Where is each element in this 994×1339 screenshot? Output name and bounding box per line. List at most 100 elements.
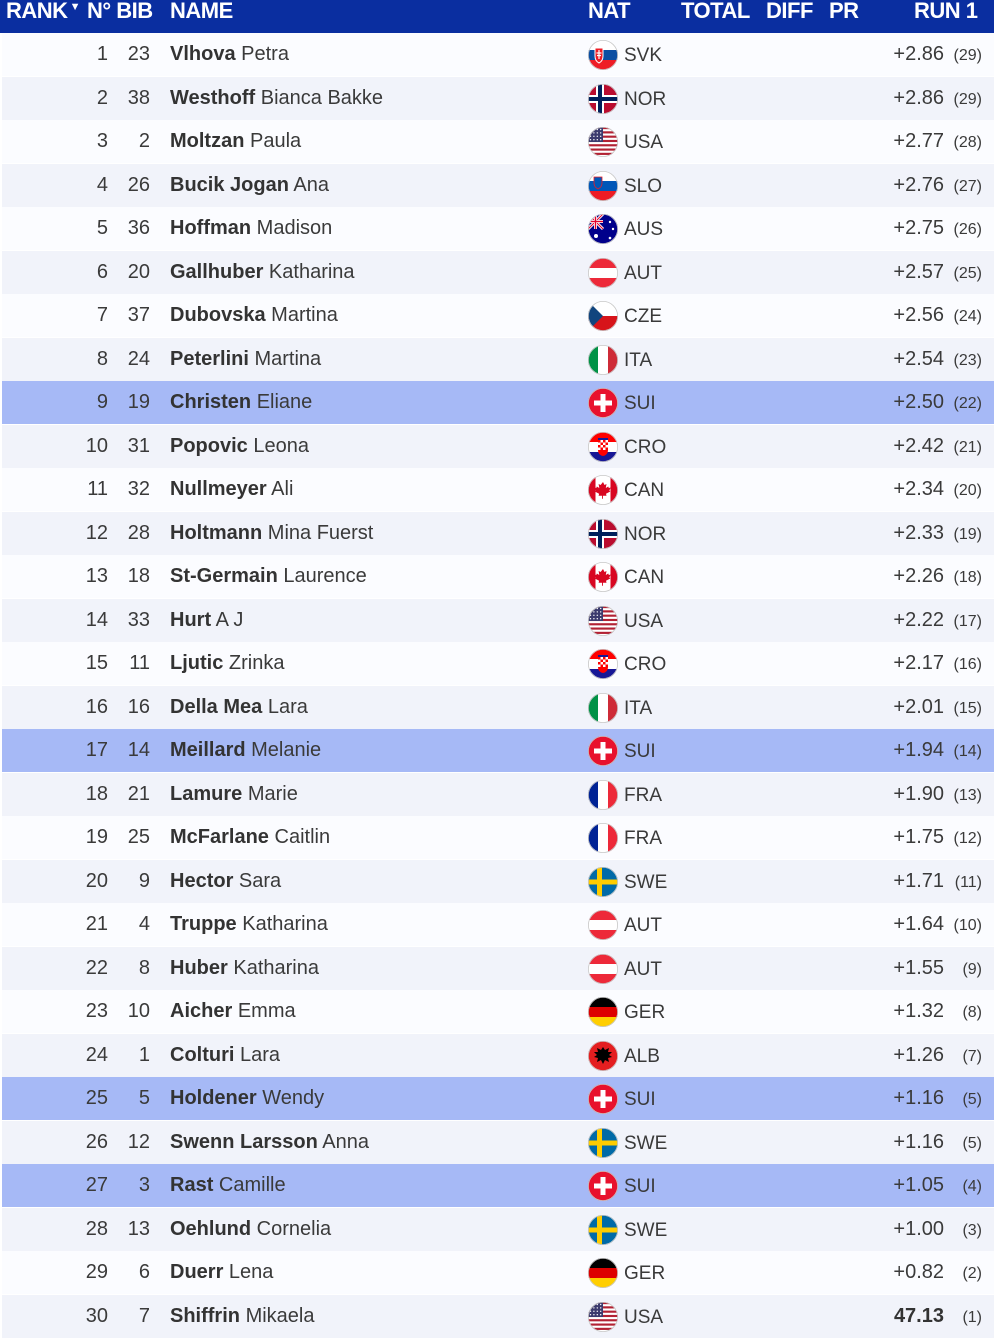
- athlete-name[interactable]: Hurt A J: [170, 608, 243, 632]
- athlete-name[interactable]: Della Mea Lara: [170, 695, 308, 719]
- athlete-name[interactable]: Aicher Emma: [170, 999, 296, 1023]
- athlete-name[interactable]: Dubovska Martina: [170, 303, 338, 327]
- run-1-rank: (9): [962, 961, 982, 978]
- athlete-name[interactable]: Ljutic Zrinka: [170, 651, 284, 675]
- table-row[interactable]: 27 3 Rast Camille SUI +1.05 (4): [2, 1164, 994, 1207]
- table-row[interactable]: 2 38 Westhoff Bianca Bakke NOR +2.86 (29): [2, 77, 994, 120]
- rank-cell: 18: [85, 783, 108, 805]
- athlete-name[interactable]: Bucik Jogan Ana: [170, 173, 329, 197]
- table-row[interactable]: 12 28 Holtmann Mina Fuerst NOR +2.33 (19): [2, 512, 994, 555]
- run-1-rank: (12): [953, 830, 982, 847]
- athlete-name[interactable]: St-Germain Laurence: [170, 564, 367, 588]
- table-row[interactable]: 17 14 Meillard Melanie SUI +1.94 (14): [2, 729, 994, 772]
- run-1-rank: (13): [953, 787, 982, 804]
- athlete-name[interactable]: Shiffrin Mikaela: [170, 1304, 314, 1328]
- athlete-name[interactable]: Oehlund Cornelia: [170, 1217, 331, 1241]
- athlete-name[interactable]: Swenn Larsson Anna: [170, 1130, 369, 1154]
- rank-cell: 16: [85, 696, 108, 718]
- column-header-nat[interactable]: NAT: [588, 0, 631, 24]
- run-1-time: +2.42: [893, 435, 944, 457]
- table-row[interactable]: 11 32 Nullmeyer Ali CAN +2.34 (20): [2, 468, 994, 511]
- bib-cell: 32: [127, 478, 150, 500]
- ger-flag-icon: [588, 1258, 618, 1288]
- column-header-bib[interactable]: N° BIB: [87, 0, 153, 24]
- table-row[interactable]: 21 4 Truppe Katharina AUT +1.64 (10): [2, 903, 994, 946]
- table-row[interactable]: 8 24 Peterlini Martina ITA +2.54 (23): [2, 338, 994, 381]
- table-row[interactable]: 23 10 Aicher Emma GER +1.32 (8): [2, 990, 994, 1033]
- column-header-total[interactable]: TOTAL: [681, 0, 750, 24]
- rank-cell: 5: [96, 217, 108, 239]
- athlete-first-name: Madison: [256, 217, 333, 239]
- rank-cell: 22: [85, 957, 108, 979]
- table-row[interactable]: 18 21 Lamure Marie FRA +1.90 (13): [2, 773, 994, 816]
- table-row[interactable]: 22 8 Huber Katharina AUT +1.55 (9): [2, 947, 994, 990]
- sort-desc-icon[interactable]: ▼: [70, 1, 81, 13]
- athlete-name[interactable]: Popovic Leona: [170, 434, 309, 458]
- athlete-name[interactable]: Holtmann Mina Fuerst: [170, 521, 373, 545]
- table-row[interactable]: 26 12 Swenn Larsson Anna SWE +1.16 (5): [2, 1121, 994, 1164]
- athlete-name[interactable]: Lamure Marie: [170, 782, 298, 806]
- table-row[interactable]: 3 2 Moltzan Paula USA +2.77 (28): [2, 120, 994, 163]
- athlete-name[interactable]: Nullmeyer Ali: [170, 477, 293, 501]
- table-row[interactable]: 19 25 McFarlane Caitlin FRA +1.75 (12): [2, 816, 994, 859]
- table-row[interactable]: 30 7 Shiffrin Mikaela USA 47.13 (1): [2, 1295, 994, 1338]
- nation-code: SUI: [624, 393, 656, 414]
- athlete-name[interactable]: McFarlane Caitlin: [170, 825, 330, 849]
- table-row[interactable]: 20 9 Hector Sara SWE +1.71 (11): [2, 860, 994, 903]
- nation-code: CAN: [624, 480, 665, 501]
- column-header-rank[interactable]: RANK ▼: [6, 0, 80, 24]
- run-1-rank: (29): [953, 47, 982, 64]
- table-row[interactable]: 10 31 Popovic Leona CRO +2.42 (21): [2, 425, 994, 468]
- table-row[interactable]: 14 33 Hurt A J USA +2.22 (17): [2, 599, 994, 642]
- table-row[interactable]: 28 13 Oehlund Cornelia SWE +1.00 (3): [2, 1208, 994, 1251]
- column-header-pr[interactable]: PR: [829, 0, 859, 24]
- table-row[interactable]: 6 20 Gallhuber Katharina AUT +2.57 (25): [2, 251, 994, 294]
- athlete-name[interactable]: Gallhuber Katharina: [170, 260, 355, 284]
- column-header-name[interactable]: NAME: [170, 0, 233, 24]
- athlete-name[interactable]: Holdener Wendy: [170, 1086, 324, 1110]
- athlete-name[interactable]: Vlhova Petra: [170, 42, 289, 66]
- athlete-first-name: Lara: [267, 696, 308, 718]
- athlete-name[interactable]: Colturi Lara: [170, 1043, 280, 1067]
- athlete-name[interactable]: Peterlini Martina: [170, 347, 321, 371]
- aut-flag-icon: [588, 954, 618, 984]
- athlete-name[interactable]: Christen Eliane: [170, 390, 312, 414]
- athlete-name[interactable]: Huber Katharina: [170, 956, 319, 980]
- table-row[interactable]: 25 5 Holdener Wendy SUI +1.16 (5): [2, 1077, 994, 1120]
- run-1-rank: (10): [953, 917, 982, 934]
- table-row[interactable]: 7 37 Dubovska Martina CZE +2.56 (24): [2, 294, 994, 337]
- nation-code: CAN: [624, 567, 665, 588]
- bib-cell: 14: [127, 739, 150, 761]
- athlete-name[interactable]: Duerr Lena: [170, 1260, 273, 1284]
- athlete-name[interactable]: Hoffman Madison: [170, 216, 332, 240]
- athlete-name[interactable]: Hector Sara: [170, 869, 281, 893]
- table-row[interactable]: 15 11 Ljutic Zrinka CRO +2.17 (16): [2, 642, 994, 685]
- aut-flag-icon: [588, 910, 618, 940]
- run-1-time: +2.54: [893, 348, 944, 370]
- run-1-time: +2.57: [893, 261, 944, 283]
- table-row[interactable]: 16 16 Della Mea Lara ITA +2.01 (15): [2, 686, 994, 729]
- table-row[interactable]: 5 36 Hoffman Madison AUS +2.75 (26): [2, 207, 994, 250]
- athlete-last-name: St-Germain: [170, 565, 278, 587]
- table-row[interactable]: 24 1 Colturi Lara ALB +1.26 (7): [2, 1034, 994, 1077]
- run-1-time: +2.33: [893, 522, 944, 544]
- run-1-rank: (21): [953, 439, 982, 456]
- athlete-name[interactable]: Truppe Katharina: [170, 912, 328, 936]
- run-1-rank: (27): [953, 178, 982, 195]
- run-1-time: +1.90: [893, 783, 944, 805]
- athlete-name[interactable]: Rast Camille: [170, 1173, 286, 1197]
- athlete-last-name: Huber: [170, 957, 228, 979]
- athlete-name[interactable]: Westhoff Bianca Bakke: [170, 86, 383, 110]
- table-row[interactable]: 9 19 Christen Eliane SUI +2.50 (22): [2, 381, 994, 424]
- bib-cell: 8: [138, 957, 150, 979]
- table-row[interactable]: 29 6 Duerr Lena GER +0.82 (2): [2, 1251, 994, 1294]
- athlete-name[interactable]: Moltzan Paula: [170, 129, 301, 153]
- fra-flag-icon: [588, 823, 618, 853]
- column-header-run-1[interactable]: RUN 1: [914, 0, 978, 24]
- table-row[interactable]: 1 23 Vlhova Petra SVK +2.86 (29): [2, 33, 994, 76]
- table-row[interactable]: 4 26 Bucik Jogan Ana SLO +2.76 (27): [2, 164, 994, 207]
- table-row[interactable]: 13 18 St-Germain Laurence CAN +2.26 (18): [2, 555, 994, 598]
- column-header-diff[interactable]: DIFF: [766, 0, 813, 24]
- athlete-name[interactable]: Meillard Melanie: [170, 738, 321, 762]
- run-1-time: +0.82: [893, 1261, 944, 1283]
